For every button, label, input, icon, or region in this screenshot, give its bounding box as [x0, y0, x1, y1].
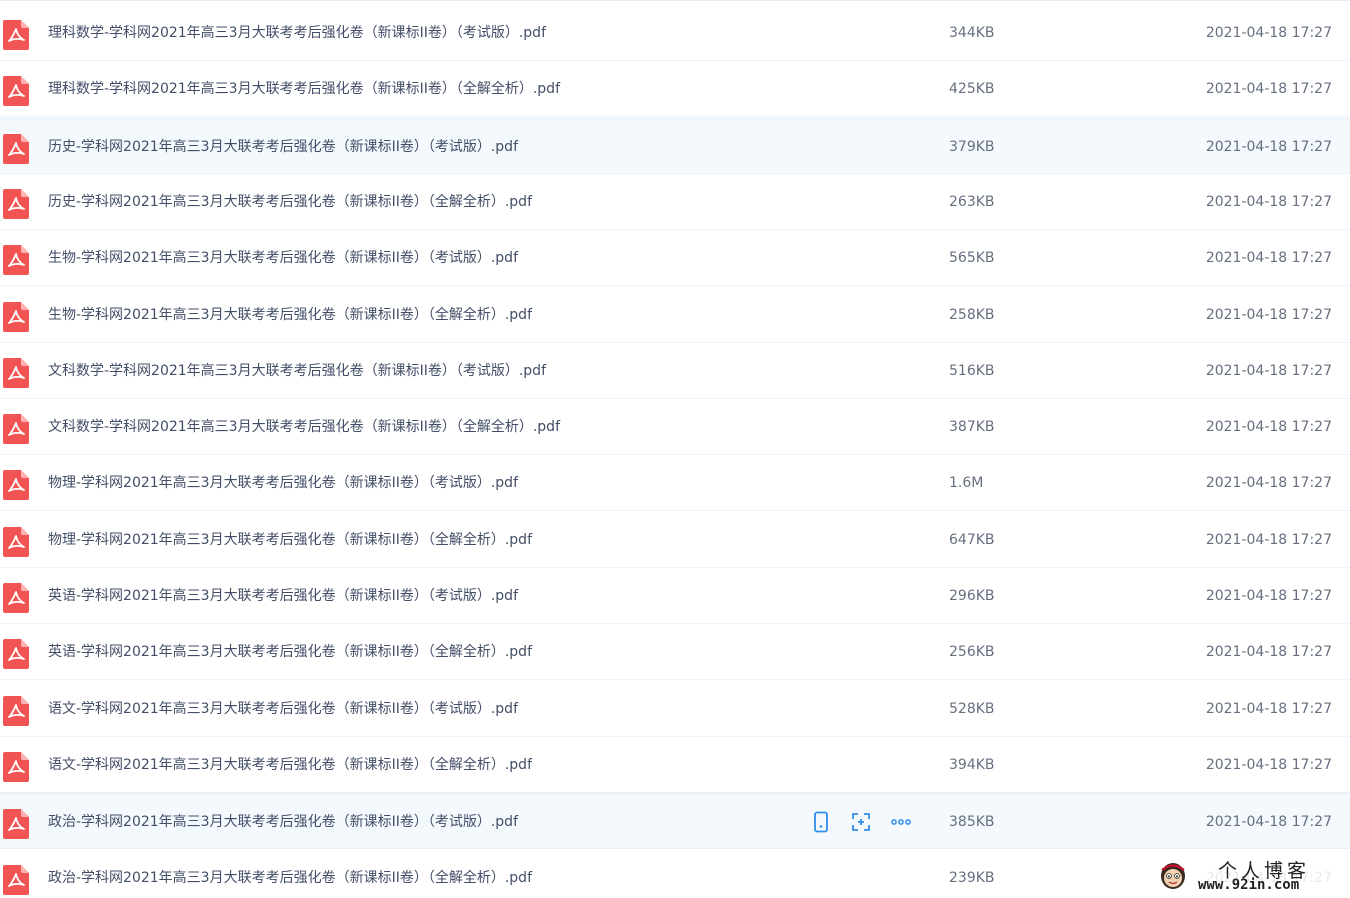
file-row[interactable]: 政治-学科网2021年高三3月大联考考后强化卷（新课标II卷）（全解全析）.pd…: [0, 850, 1350, 898]
file-size: 528KB: [949, 701, 995, 717]
file-row[interactable]: 历史-学科网2021年高三3月大联考考后强化卷（新课标II卷）（全解全析）.pd…: [0, 174, 1350, 230]
file-row[interactable]: 物理-学科网2021年高三3月大联考考后强化卷（新课标II卷）（考试版）.pdf…: [0, 455, 1350, 511]
file-row[interactable]: 英语-学科网2021年高三3月大联考考后强化卷（新课标II卷）（考试版）.pdf…: [0, 568, 1350, 624]
file-modified-date: 2021-04-18 17:27: [1205, 81, 1332, 97]
file-row[interactable]: 物理-学科网2021年高三3月大联考考后强化卷（新课标II卷）（全解全析）.pd…: [0, 512, 1350, 568]
pdf-icon: [3, 245, 29, 275]
file-modified-date: 2021-04-18 17:27: [1205, 701, 1332, 717]
file-size: 565KB: [949, 250, 995, 266]
file-row[interactable]: 生物-学科网2021年高三3月大联考考后强化卷（新课标II卷）（全解全析）.pd…: [0, 287, 1350, 343]
file-size: 394KB: [949, 757, 995, 773]
file-size: 1.6M: [949, 475, 984, 491]
phone-icon[interactable]: [810, 811, 832, 833]
file-modified-date: 2021-04-18 17:27: [1205, 814, 1332, 830]
file-row[interactable]: 语文-学科网2021年高三3月大联考考后强化卷（新课标II卷）（考试版）.pdf…: [0, 681, 1350, 737]
watermark: 个人博客 www.92in.com: [1152, 855, 1342, 895]
pdf-icon: [3, 527, 29, 557]
file-name[interactable]: 生物-学科网2021年高三3月大联考考后强化卷（新课标II卷）（全解全析）.pd…: [48, 306, 532, 324]
file-name[interactable]: 历史-学科网2021年高三3月大联考考后强化卷（新课标II卷）（全解全析）.pd…: [48, 193, 532, 211]
pdf-icon: [3, 583, 29, 613]
cartoon-avatar-icon: [1158, 859, 1188, 891]
file-row[interactable]: 生物-学科网2021年高三3月大联考考后强化卷（新课标II卷）（考试版）.pdf…: [0, 230, 1350, 286]
file-name[interactable]: 文科数学-学科网2021年高三3月大联考考后强化卷（新课标II卷）（考试版）.p…: [48, 362, 546, 380]
file-size: 379KB: [949, 139, 995, 155]
file-name[interactable]: 政治-学科网2021年高三3月大联考考后强化卷（新课标II卷）（考试版）.pdf: [48, 813, 518, 831]
file-size: 263KB: [949, 194, 995, 210]
pdf-icon: [3, 76, 29, 106]
file-modified-date: 2021-04-18 17:27: [1205, 588, 1332, 604]
file-name[interactable]: 物理-学科网2021年高三3月大联考考后强化卷（新课标II卷）（全解全析）.pd…: [48, 531, 532, 549]
file-name[interactable]: 语文-学科网2021年高三3月大联考考后强化卷（新课标II卷）（全解全析）.pd…: [48, 756, 532, 774]
watermark-url: www.92in.com: [1198, 877, 1300, 893]
file-name[interactable]: 物理-学科网2021年高三3月大联考考后强化卷（新课标II卷）（考试版）.pdf: [48, 474, 518, 492]
file-size: 344KB: [949, 25, 995, 41]
file-size: 385KB: [949, 814, 995, 830]
file-row[interactable]: 文科数学-学科网2021年高三3月大联考考后强化卷（新课标II卷）（全解全析）.…: [0, 399, 1350, 455]
file-modified-date: 2021-04-18 17:27: [1205, 307, 1332, 323]
file-size: 256KB: [949, 644, 995, 660]
file-size: 647KB: [949, 532, 995, 548]
pdf-icon: [3, 752, 29, 782]
pdf-icon: [3, 358, 29, 388]
file-modified-date: 2021-04-18 17:27: [1205, 194, 1332, 210]
share-link-icon[interactable]: [850, 811, 872, 833]
file-name[interactable]: 英语-学科网2021年高三3月大联考考后强化卷（新课标II卷）（考试版）.pdf: [48, 587, 518, 605]
file-size: 516KB: [949, 363, 995, 379]
file-name[interactable]: 理科数学-学科网2021年高三3月大联考考后强化卷（新课标II卷）（考试版）.p…: [48, 24, 546, 42]
pdf-icon: [3, 414, 29, 444]
more-icon[interactable]: [890, 811, 912, 833]
file-size: 425KB: [949, 81, 995, 97]
file-modified-date: 2021-04-18 17:27: [1205, 250, 1332, 266]
file-name[interactable]: 生物-学科网2021年高三3月大联考考后强化卷（新课标II卷）（考试版）.pdf: [48, 249, 518, 267]
pdf-icon: [3, 696, 29, 726]
file-modified-date: 2021-04-18 17:27: [1205, 419, 1332, 435]
file-modified-date: 2021-04-18 17:27: [1205, 757, 1332, 773]
pdf-icon: [3, 470, 29, 500]
file-modified-date: 2021-04-18 17:27: [1205, 25, 1332, 41]
file-modified-date: 2021-04-18 17:27: [1205, 532, 1332, 548]
file-row[interactable]: 政治-学科网2021年高三3月大联考考后强化卷（新课标II卷）（考试版）.pdf…: [0, 793, 1350, 849]
file-modified-date: 2021-04-18 17:27: [1205, 363, 1332, 379]
file-modified-date: 2021-04-18 17:27: [1205, 139, 1332, 155]
file-row[interactable]: 历史-学科网2021年高三3月大联考考后强化卷（新课标II卷）（考试版）.pdf…: [0, 118, 1350, 174]
pdf-icon: [3, 865, 29, 895]
file-name[interactable]: 政治-学科网2021年高三3月大联考考后强化卷（新课标II卷）（全解全析）.pd…: [48, 869, 532, 887]
file-name[interactable]: 英语-学科网2021年高三3月大联考考后强化卷（新课标II卷）（全解全析）.pd…: [48, 643, 532, 661]
file-size: 296KB: [949, 588, 995, 604]
file-row[interactable]: 语文-学科网2021年高三3月大联考考后强化卷（新课标II卷）（全解全析）.pd…: [0, 737, 1350, 793]
pdf-icon: [3, 809, 29, 839]
file-name[interactable]: 文科数学-学科网2021年高三3月大联考考后强化卷（新课标II卷）（全解全析）.…: [48, 418, 560, 436]
file-row[interactable]: 理科数学-学科网2021年高三3月大联考考后强化卷（新课标II卷）（全解全析）.…: [0, 61, 1350, 117]
file-name[interactable]: 历史-学科网2021年高三3月大联考考后强化卷（新课标II卷）（考试版）.pdf: [48, 138, 518, 156]
file-modified-date: 2021-04-18 17:27: [1205, 644, 1332, 660]
pdf-icon: [3, 134, 29, 164]
pdf-icon: [3, 639, 29, 669]
file-row[interactable]: 理科数学-学科网2021年高三3月大联考考后强化卷（新课标II卷）（考试版）.p…: [0, 5, 1350, 61]
file-name[interactable]: 理科数学-学科网2021年高三3月大联考考后强化卷（新课标II卷）（全解全析）.…: [48, 80, 560, 98]
pdf-icon: [3, 189, 29, 219]
file-row[interactable]: 文科数学-学科网2021年高三3月大联考考后强化卷（新课标II卷）（考试版）.p…: [0, 343, 1350, 399]
pdf-icon: [3, 20, 29, 50]
pdf-icon: [3, 302, 29, 332]
file-size: 387KB: [949, 419, 995, 435]
file-row[interactable]: 英语-学科网2021年高三3月大联考考后强化卷（新课标II卷）（全解全析）.pd…: [0, 624, 1350, 680]
file-size: 258KB: [949, 307, 995, 323]
file-name[interactable]: 语文-学科网2021年高三3月大联考考后强化卷（新课标II卷）（考试版）.pdf: [48, 700, 518, 718]
file-modified-date: 2021-04-18 17:27: [1205, 475, 1332, 491]
file-size: 239KB: [949, 870, 995, 886]
file-list: 理科数学-学科网2021年高三3月大联考考后强化卷（新课标II卷）（考试版）.p…: [0, 0, 1350, 898]
